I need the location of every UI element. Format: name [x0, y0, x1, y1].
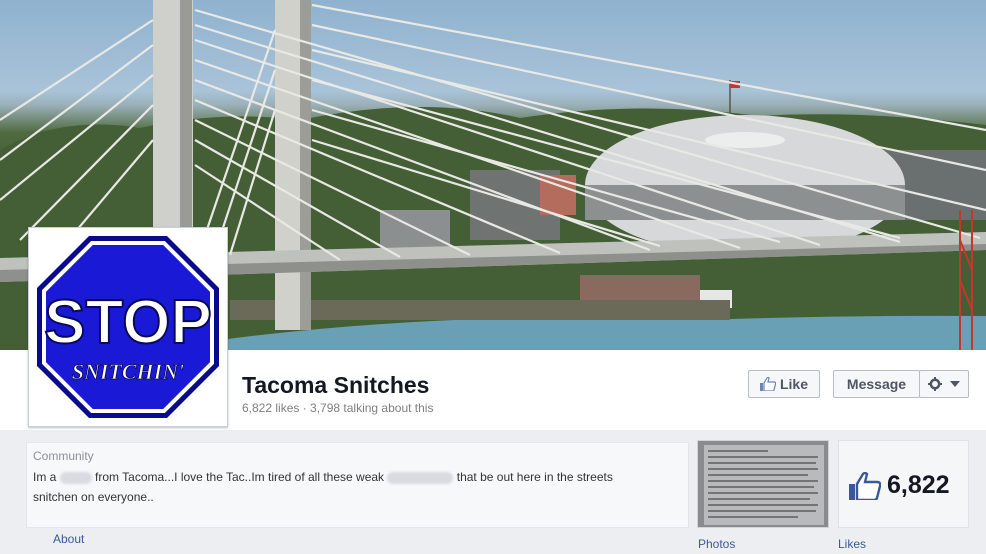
- tab-likes[interactable]: Likes: [838, 537, 866, 551]
- about-text-4: snitchen on everyone..: [33, 490, 154, 504]
- about-box[interactable]: Community Im a from Tacoma...I love the …: [26, 442, 689, 528]
- page-stats: 6,822 likes · 3,798 talking about this: [242, 401, 434, 415]
- tab-about[interactable]: About: [53, 532, 84, 546]
- about-text-3: that be out here in the streets: [456, 470, 613, 484]
- tab-photos[interactable]: Photos: [698, 537, 735, 551]
- stop-sign-top-text: STOP: [44, 288, 212, 357]
- about-category: Community: [33, 449, 94, 463]
- redacted-word: [387, 471, 454, 484]
- about-text-1: Im a: [33, 470, 57, 484]
- page-title[interactable]: Tacoma Snitches: [242, 372, 429, 399]
- redacted-word: [59, 471, 92, 484]
- message-button-label: Message: [846, 376, 907, 392]
- like-button[interactable]: Like: [748, 370, 820, 398]
- likes-box[interactable]: 6,822: [838, 440, 969, 528]
- message-button[interactable]: Message: [833, 370, 920, 398]
- settings-dropdown-button[interactable]: [919, 370, 969, 398]
- likes-count: 6,822: [887, 471, 950, 499]
- about-description: Im a from Tacoma...I love the Tac..Im ti…: [33, 467, 683, 507]
- stop-sign-bottom-text: SNITCHIN': [72, 359, 184, 384]
- thumbs-up-icon: [759, 377, 776, 391]
- profile-picture[interactable]: STOP SNITCHIN': [28, 227, 228, 427]
- document-photo: [698, 441, 828, 527]
- like-button-label: Like: [779, 376, 808, 392]
- thumbs-up-icon: [849, 472, 881, 500]
- photos-thumbnail[interactable]: [697, 440, 829, 528]
- about-text-2: from Tacoma...I love the Tac..Im tired o…: [95, 470, 385, 484]
- gear-icon: [928, 377, 942, 391]
- stop-sign-logo: STOP SNITCHIN': [34, 233, 222, 421]
- caret-down-icon: [950, 381, 960, 387]
